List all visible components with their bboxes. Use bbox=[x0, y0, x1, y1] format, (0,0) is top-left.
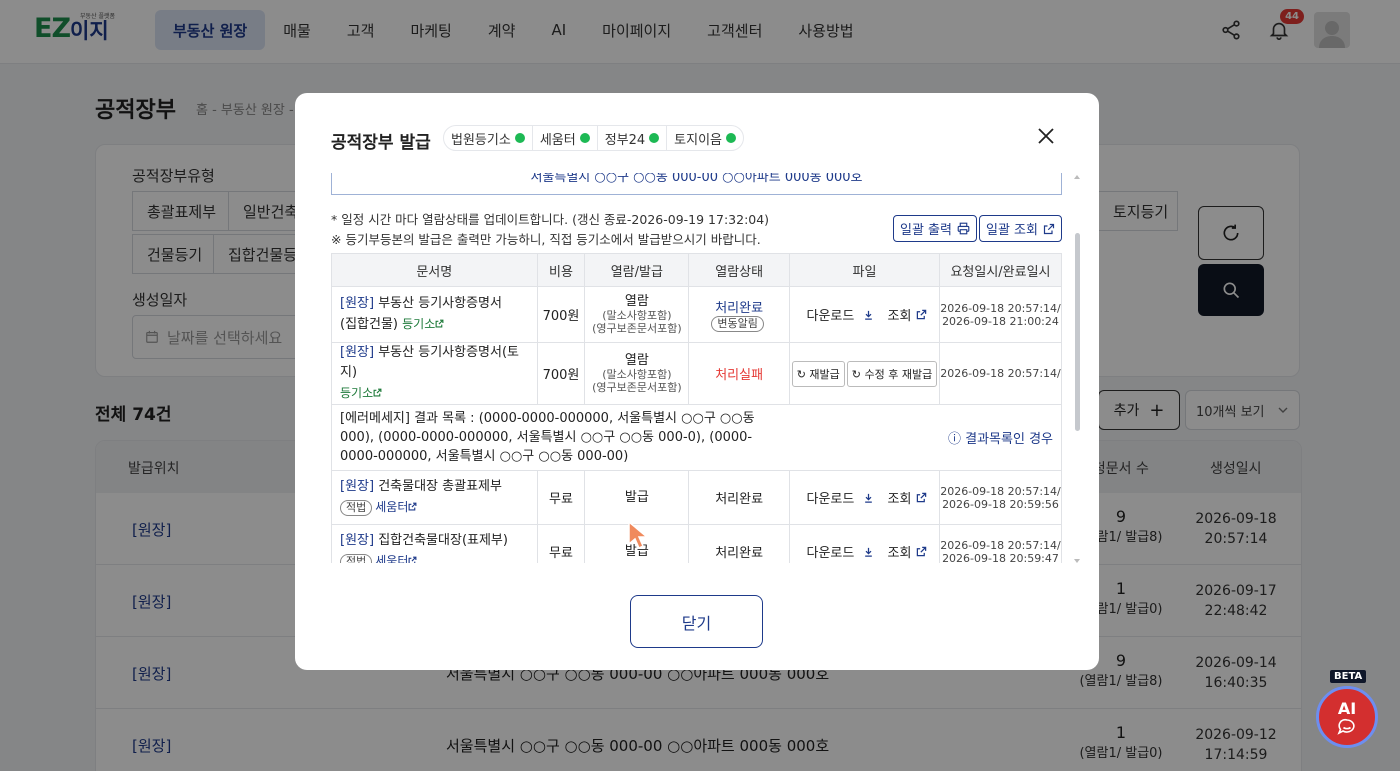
error-help[interactable]: ⓘ 결과목록인 경우 bbox=[789, 404, 1062, 471]
issue-modal: 공적장부 발급 법원등기소 세움터 정부24 토지이음 서울특별시 ○○구 ○○… bbox=[295, 93, 1099, 670]
edit-reissue-button[interactable]: ↻ 수정 후 재발급 bbox=[846, 360, 938, 387]
source-link[interactable]: 등기소 bbox=[402, 317, 444, 331]
download-link[interactable]: 다운로드 bbox=[802, 492, 873, 507]
external-link-icon bbox=[917, 309, 927, 320]
doc-fee: 700원 bbox=[536, 286, 586, 343]
status-dot-icon bbox=[514, 133, 525, 143]
doc-fee: 무료 bbox=[536, 524, 586, 563]
download-link[interactable]: 다운로드 bbox=[802, 309, 873, 324]
source-chip: 토지이음 bbox=[667, 126, 743, 150]
doc-files: 다운로드 조회 bbox=[789, 470, 940, 525]
doc-view-type: 발급 bbox=[584, 470, 690, 525]
doc-status: 처리완료 변동알림 bbox=[688, 286, 790, 343]
external-link-icon bbox=[1043, 223, 1055, 234]
table-row: [원장] 부동산 등기사항증명서 (집합건물) 등기소 700원 열람 (말소사… bbox=[331, 286, 1063, 343]
lookup-link[interactable]: 조회 bbox=[883, 309, 928, 324]
external-link-icon bbox=[408, 502, 417, 511]
bulk-print-button[interactable]: 일괄 출력 bbox=[893, 215, 977, 242]
doc-datetime: 2026-09-18 20:57:14/ bbox=[938, 342, 1063, 405]
doc-datetime: 2026-09-18 20:57:14/ 2026-09-18 20:59:56 bbox=[938, 470, 1063, 525]
beta-badge: BETA bbox=[1330, 670, 1367, 683]
chat-icon bbox=[1337, 718, 1355, 735]
scrollbar-thumb[interactable] bbox=[1075, 233, 1080, 431]
bulk-view-button[interactable]: 일괄 조회 bbox=[979, 215, 1062, 242]
status-dot-icon bbox=[579, 133, 590, 143]
download-icon bbox=[864, 547, 872, 557]
status-dot-icon bbox=[649, 133, 660, 143]
doc-fee: 700원 bbox=[536, 342, 586, 405]
source-chip: 법원등기소 bbox=[444, 126, 533, 150]
close-button[interactable]: 닫기 bbox=[630, 595, 763, 648]
modal-scrollbar[interactable] bbox=[1073, 173, 1081, 565]
error-message: [에러메세지] 결과 목록 : (0000-0000-000000, 서울특별시… bbox=[331, 404, 790, 471]
download-link[interactable]: 다운로드 bbox=[802, 546, 873, 561]
lookup-link[interactable]: 조회 bbox=[883, 492, 928, 507]
download-icon bbox=[864, 493, 872, 503]
ai-chat-button[interactable]: AI bbox=[1316, 686, 1378, 748]
doc-fee: 무료 bbox=[536, 470, 586, 525]
doc-view-type: 열람 (말소사항포함) (영구보존문서포함) bbox=[584, 342, 690, 405]
doc-status: 처리완료 bbox=[688, 524, 790, 563]
col-datetime: 요청일시/완료일시 bbox=[938, 253, 1063, 287]
doc-name: [원장] 부동산 등기사항증명서 (집합건물) 등기소 bbox=[331, 286, 538, 343]
document-table: 문서명 비용 열람/발급 열람상태 파일 요청일시/완료일시 [원장] 부동산 … bbox=[331, 253, 1063, 563]
error-row: [에러메세지] 결과 목록 : (0000-0000-000000, 서울특별시… bbox=[331, 404, 1062, 471]
source-link[interactable]: 세움터 bbox=[375, 554, 417, 563]
doc-datetime: 2026-09-18 20:57:14/ 2026-09-18 20:59:47 bbox=[938, 524, 1063, 563]
external-link-icon bbox=[917, 546, 927, 557]
selected-address: 서울특별시 ○○구 ○○동 000-00 ○○아파트 000동 000호 bbox=[331, 173, 1062, 195]
download-icon bbox=[864, 310, 872, 320]
col-doc-name: 문서명 bbox=[331, 253, 538, 287]
source-status-chips: 법원등기소 세움터 정부24 토지이음 bbox=[443, 125, 745, 151]
doc-name: [원장] 집합건축물대장(표제부) 적법 세움터 bbox=[331, 524, 538, 563]
doc-status: 처리실패 bbox=[688, 342, 790, 405]
close-icon[interactable] bbox=[1036, 126, 1056, 146]
doc-files: ↻ 재발급 ↻ 수정 후 재발급 bbox=[789, 342, 940, 405]
status-dot-icon bbox=[726, 133, 737, 143]
col-status: 열람상태 bbox=[688, 253, 790, 287]
modal-title: 공적장부 발급 bbox=[331, 133, 431, 153]
col-file: 파일 bbox=[789, 253, 940, 287]
source-chip: 정부24 bbox=[598, 126, 668, 150]
doc-name: [원장] 건축물대장 총괄표제부 적법 세움터 bbox=[331, 470, 538, 525]
ai-label: AI bbox=[1337, 698, 1357, 718]
doc-status: 처리완료 bbox=[688, 470, 790, 525]
doc-files: 다운로드 조회 bbox=[789, 524, 940, 563]
external-link-icon bbox=[373, 388, 382, 397]
table-row: [원장] 건축물대장 총괄표제부 적법 세움터 무료 발급 처리완료 다운로드 조… bbox=[331, 470, 1063, 525]
col-view-issue: 열람/발급 bbox=[584, 253, 690, 287]
lookup-link[interactable]: 조회 bbox=[883, 546, 928, 561]
table-row: [원장] 집합건축물대장(표제부) 적법 세움터 무료 발급 처리완료 다운로드 … bbox=[331, 524, 1063, 563]
source-link[interactable]: 세움터 bbox=[375, 500, 417, 514]
external-link-icon bbox=[408, 556, 417, 563]
col-fee: 비용 bbox=[536, 253, 586, 287]
doc-name: [원장] 부동산 등기사항증명서(토지) 등기소 bbox=[331, 342, 538, 405]
legal-pill: 적법 bbox=[340, 554, 373, 563]
source-chip: 세움터 bbox=[533, 126, 598, 150]
source-link[interactable]: 등기소 bbox=[340, 386, 382, 400]
doc-datetime: 2026-09-18 20:57:14/ 2026-09-18 21:00:24 bbox=[938, 286, 1063, 343]
external-link-icon bbox=[917, 492, 927, 503]
doc-view-type: 열람 (말소사항포함) (영구보존문서포함) bbox=[584, 286, 690, 343]
change-alert-pill[interactable]: 변동알림 bbox=[711, 316, 764, 332]
modal-scroll-area[interactable]: 서울특별시 ○○구 ○○동 000-00 ○○아파트 000동 000호 * 일… bbox=[331, 173, 1064, 563]
reissue-button[interactable]: ↻ 재발급 bbox=[791, 360, 845, 387]
external-link-icon bbox=[435, 319, 444, 328]
notice-text: * 일정 시간 마다 열람상태를 업데이트합니다. (갱신 종료-2026-09… bbox=[331, 212, 770, 247]
legal-pill: 적법 bbox=[340, 500, 373, 516]
table-row: [원장] 부동산 등기사항증명서(토지) 등기소 700원 열람 (말소사항포함… bbox=[331, 342, 1063, 405]
doc-files: 다운로드 조회 bbox=[789, 286, 940, 343]
printer-icon bbox=[957, 222, 970, 235]
mouse-cursor-icon bbox=[628, 520, 649, 550]
